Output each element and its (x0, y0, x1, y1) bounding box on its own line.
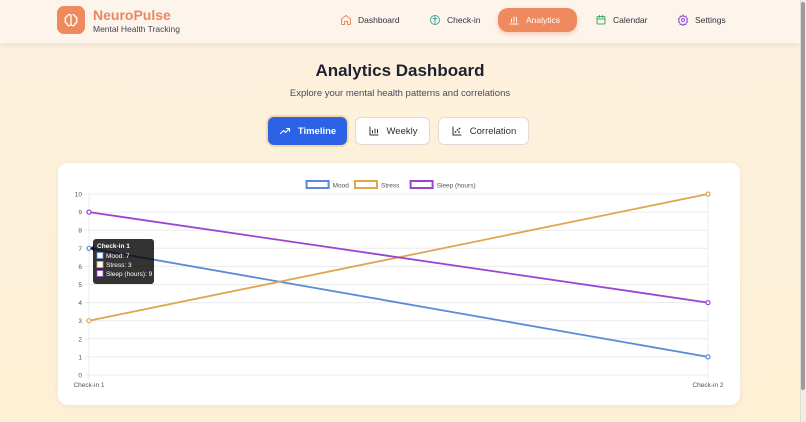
x-tick-label: Check-in 2 (692, 382, 723, 389)
tab-timeline-label: Timeline (297, 125, 337, 137)
brain-logo-icon[interactable] (57, 6, 85, 34)
data-point[interactable] (705, 300, 711, 306)
y-tick-label: 1 (78, 354, 82, 361)
app-name: NeuroPulse (93, 7, 171, 23)
app-header: NeuroPulse Mental Health Tracking Dashbo… (0, 0, 800, 43)
y-tick-label: 10 (75, 192, 83, 199)
calendar-icon (596, 15, 606, 25)
tooltip-title: Check-in 1 (97, 243, 130, 250)
tab-timeline[interactable]: Timeline (268, 117, 347, 145)
brain-icon (430, 15, 440, 25)
nav-dashboard[interactable]: Dashboard (330, 8, 410, 32)
tooltip-swatch (96, 270, 104, 277)
y-tick-label: 9 (78, 210, 82, 217)
bar-chart-icon (509, 16, 519, 25)
series-line (88, 211, 709, 304)
nav-calendar-label: Calendar (613, 15, 648, 25)
y-tick-label: 5 (78, 282, 82, 289)
nav-check-in-label: Check-in (447, 15, 481, 25)
tab-correlation[interactable]: Correlation (438, 117, 529, 145)
home-icon (341, 15, 351, 25)
data-point[interactable] (705, 191, 711, 197)
app-subtitle: Mental Health Tracking (93, 24, 180, 34)
legend-label[interactable]: Sleep (hours) (437, 183, 476, 190)
y-tick-label: 8 (78, 228, 82, 235)
timeline-chart-card: 0 1 2 3 4 5 6 7 8 9 10 Check-in 1 Check-in 2 Mood Stre… (58, 163, 740, 405)
data-point[interactable] (86, 318, 92, 324)
timeline-chart[interactable]: 0 1 2 3 4 5 6 7 8 9 10 Check-in 1 Check-in 2 Mood Stre… (58, 163, 740, 405)
legend-label[interactable]: Mood (333, 183, 350, 190)
data-point[interactable] (86, 209, 92, 215)
y-tick-label: 4 (78, 300, 82, 307)
page-scrollbar[interactable] (800, 0, 806, 422)
trend-icon (279, 127, 290, 135)
tooltip-line: Sleep (hours): 9 (106, 271, 153, 278)
y-tick-label: 0 (78, 373, 82, 380)
bar-chart-icon (369, 126, 378, 136)
tab-weekly-label: Weekly (386, 125, 418, 137)
nav-settings[interactable]: Settings (667, 8, 736, 32)
legend-swatch[interactable] (305, 180, 330, 189)
nav-settings-label: Settings (695, 15, 726, 25)
nav-analytics[interactable]: Analytics (498, 8, 577, 32)
nav-check-in[interactable]: Check-in (419, 8, 491, 32)
tooltip-swatch (96, 261, 104, 268)
tooltip-swatch (96, 252, 104, 259)
scatter-icon (452, 126, 462, 136)
y-tick-label: 3 (78, 318, 82, 325)
tooltip-line: Mood: 7 (106, 253, 130, 260)
legend-swatch[interactable] (354, 180, 378, 189)
gear-icon (677, 14, 689, 26)
page-title: Analytics Dashboard (315, 61, 485, 80)
y-tick-label: 7 (78, 246, 82, 253)
scrollbar-thumb[interactable] (801, 2, 805, 390)
legend-swatch[interactable] (409, 180, 434, 189)
y-tick-label: 6 (78, 264, 82, 271)
nav-analytics-label: Analytics (526, 15, 561, 25)
y-tick-label: 2 (78, 336, 82, 343)
data-point[interactable] (705, 354, 711, 360)
nav-dashboard-label: Dashboard (358, 15, 400, 25)
legend-label[interactable]: Stress (381, 183, 400, 190)
tab-weekly[interactable]: Weekly (355, 117, 430, 145)
page-subtitle: Explore your mental health patterns and … (289, 88, 511, 99)
x-tick-label: Check-in 1 (73, 382, 104, 389)
tooltip-line: Stress: 3 (106, 262, 132, 269)
tab-correlation-label: Correlation (469, 125, 517, 137)
nav-calendar[interactable]: Calendar (585, 8, 658, 32)
